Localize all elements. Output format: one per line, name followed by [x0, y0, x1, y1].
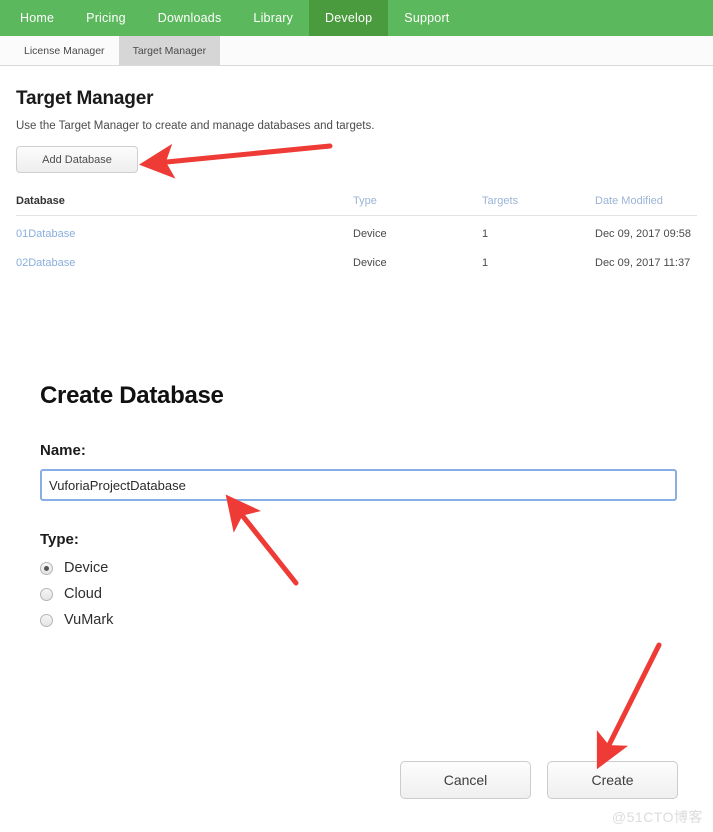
cell-modified: Dec 09, 2017 09:58: [595, 228, 692, 240]
databases-table: Database Type Targets Date Modified 01Da…: [16, 195, 697, 274]
radio-label-vumark: VuMark: [64, 612, 114, 628]
radio-option-device[interactable]: Device: [40, 560, 673, 576]
name-field-label: Name:: [40, 442, 86, 459]
navbar-item-home[interactable]: Home: [4, 0, 70, 36]
column-header-type[interactable]: Type: [353, 195, 482, 216]
radio-label-device: Device: [64, 560, 109, 576]
column-header-date-modified[interactable]: Date Modified: [595, 195, 697, 216]
radio-button-icon[interactable]: [40, 561, 53, 575]
radio-option-vumark[interactable]: VuMark: [40, 612, 673, 628]
column-header-database[interactable]: Database: [16, 195, 353, 216]
radio-button-icon[interactable]: [40, 587, 53, 601]
watermark: @51CTO博客: [611, 809, 703, 825]
navbar-item-pricing[interactable]: Pricing: [70, 0, 142, 36]
table-row: 02Database Device 1 Dec 09, 2017 11:37: [16, 245, 697, 274]
type-field-label: Type:: [40, 531, 79, 548]
table-row: 01Database Device 1 Dec 09, 2017 09:58: [16, 216, 697, 246]
navbar-item-library[interactable]: Library: [237, 0, 309, 36]
cell-database: 02Database: [16, 245, 353, 274]
cell-targets: 1: [482, 228, 489, 240]
form-actions: Cancel Create: [0, 761, 713, 799]
cell-database: 01Database: [16, 216, 353, 246]
tab-target-manager[interactable]: Target Manager: [118, 36, 221, 65]
arrow-to-create-button: [596, 642, 662, 770]
page-title: Target Manager: [16, 88, 154, 109]
page-body: Target Manager Use the Target Manager to…: [0, 88, 713, 628]
navbar-item-downloads[interactable]: Downloads: [142, 0, 238, 36]
cell-targets: 1: [482, 257, 489, 269]
tab-license-manager[interactable]: License Manager: [10, 36, 119, 65]
primary-navbar: Home Pricing Downloads Library Develop S…: [0, 0, 713, 36]
table-header-row: Database Type Targets Date Modified: [16, 195, 697, 216]
navbar-item-develop[interactable]: Develop: [309, 0, 389, 36]
create-database-title: Create Database: [40, 382, 224, 409]
cancel-button[interactable]: Cancel: [400, 761, 531, 799]
create-button[interactable]: Create: [547, 761, 678, 799]
radio-button-icon[interactable]: [40, 613, 53, 627]
database-link[interactable]: 01Database: [16, 228, 75, 240]
secondary-tabbar: License Manager Target Manager: [0, 36, 713, 66]
page-subtitle: Use the Target Manager to create and man…: [16, 120, 375, 132]
database-name-input[interactable]: [40, 469, 677, 501]
cell-modified: Dec 09, 2017 11:37: [595, 257, 691, 269]
radio-option-cloud[interactable]: Cloud: [40, 586, 673, 602]
cell-type: Device: [353, 257, 387, 269]
database-link[interactable]: 02Database: [16, 257, 75, 269]
create-database-form: Create Database Name: Type: Device Cloud…: [16, 382, 697, 628]
column-header-targets[interactable]: Targets: [482, 195, 595, 216]
add-database-button[interactable]: Add Database: [16, 146, 138, 173]
navbar-item-support[interactable]: Support: [388, 0, 465, 36]
cell-type: Device: [353, 228, 387, 240]
radio-label-cloud: Cloud: [64, 586, 102, 602]
